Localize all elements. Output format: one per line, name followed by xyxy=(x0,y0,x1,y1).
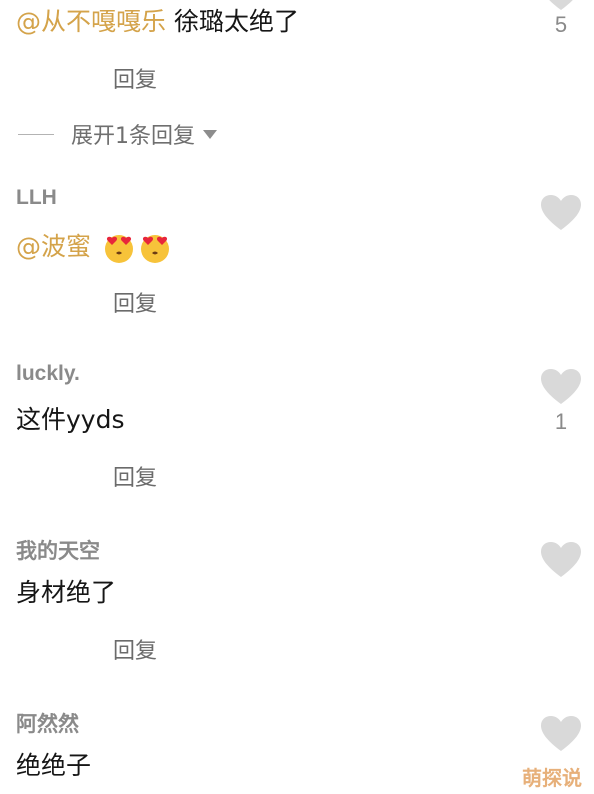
divider-line xyxy=(18,133,54,135)
reply-button[interactable]: 回复 xyxy=(113,460,157,492)
like-button[interactable] xyxy=(540,715,582,753)
comment-username[interactable]: luckly. xyxy=(16,362,80,386)
heart-icon xyxy=(541,542,581,577)
like-button[interactable] xyxy=(540,368,582,406)
comment-body: 身材绝了 xyxy=(16,578,117,607)
comment-username[interactable]: 我的天空 xyxy=(16,535,100,565)
comment-text: 徐璐太绝了 xyxy=(166,7,299,36)
heart-icon xyxy=(549,0,573,10)
comment-username[interactable]: 阿然然 xyxy=(16,708,79,738)
mention-link[interactable]: @从不嘎嘎乐 xyxy=(16,7,166,36)
like-button[interactable] xyxy=(540,541,582,579)
heart-eyes-emoji xyxy=(103,232,135,264)
heart-icon xyxy=(541,369,581,404)
like-count: 1 xyxy=(554,409,568,434)
reply-button[interactable]: 回复 xyxy=(113,286,157,318)
reply-button[interactable]: 回复 xyxy=(113,633,157,665)
mention-link[interactable]: @波蜜 xyxy=(16,232,91,261)
comment-username[interactable]: LLH xyxy=(16,186,57,210)
comment-body: 这件yyds xyxy=(16,405,125,434)
like-count: 5 xyxy=(554,12,568,37)
heart-icon xyxy=(541,716,581,751)
comment-body: 绝绝子 xyxy=(16,751,92,780)
reply-button[interactable]: 回复 xyxy=(113,62,157,94)
watermark: 萌探说 xyxy=(522,766,582,790)
expand-replies-label: 展开1条回复 xyxy=(71,124,195,149)
comment-body: @从不嘎嘎乐 徐璐太绝了 xyxy=(16,6,299,38)
heart-icon xyxy=(541,195,581,230)
caret-down-icon xyxy=(203,129,217,139)
like-button[interactable] xyxy=(540,0,582,12)
expand-replies-button[interactable]: 展开1条回复 xyxy=(18,118,217,150)
comment-body: @波蜜 xyxy=(16,231,171,264)
like-button[interactable] xyxy=(540,194,582,232)
heart-eyes-emoji xyxy=(139,232,171,264)
